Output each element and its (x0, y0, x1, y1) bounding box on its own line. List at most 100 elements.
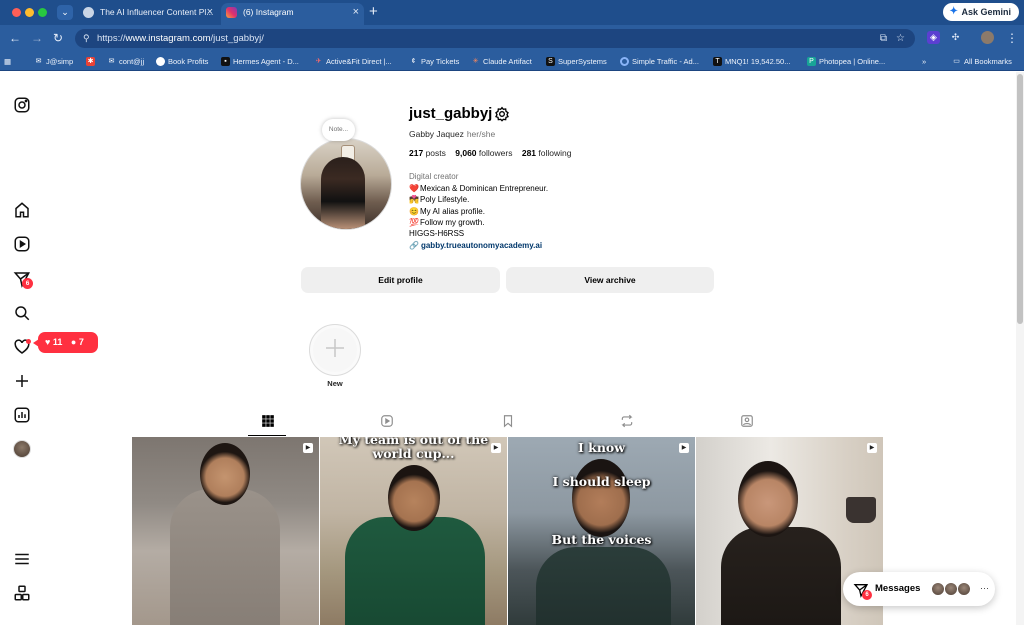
likes-count: 11 (52, 337, 63, 347)
bookmark-item[interactable]: T MNQ1! 19,542.50... (713, 52, 790, 71)
person-figure (536, 547, 671, 625)
profile-content-tabs (132, 406, 883, 436)
person-figure (170, 489, 280, 625)
bookmark-label: Book Profits (168, 57, 209, 66)
url-prefix: https:// (97, 33, 126, 44)
also-from-meta-icon[interactable] (13, 584, 31, 602)
site-info-icon[interactable]: ⚲ (83, 29, 90, 48)
bookmark-item[interactable]: P Photopea | Online... (807, 52, 885, 71)
bookmark-star-icon[interactable]: ☆ (896, 29, 905, 48)
instagram-logo-icon[interactable] (13, 96, 31, 114)
ask-gemini-label: Ask Gemini (961, 7, 1011, 17)
browser-tab-ai-influencer[interactable]: The AI Influencer Content Pl... × (78, 3, 218, 25)
scrollbar-thumb[interactable] (1017, 74, 1023, 324)
globe-icon (83, 7, 94, 18)
bookmark-item[interactable]: ✈ Active&Fit Direct |... (314, 52, 392, 71)
ask-gemini-button[interactable]: ✦ Ask Gemini (943, 3, 1019, 21)
extension-shield-icon[interactable]: ◈ (927, 31, 940, 44)
bookmark-item[interactable]: ✱ (86, 52, 98, 71)
profile-avatar-nav[interactable] (13, 440, 31, 458)
followers-label: followers (478, 148, 513, 158)
following-stat[interactable]: 281 following (522, 148, 572, 158)
profile-stats: 217 posts 9,060 followers 281 following (409, 148, 578, 158)
bookmark-item[interactable]: S SuperSystems (546, 52, 607, 71)
posts-label: posts (425, 148, 446, 158)
person-icon: ● (70, 337, 77, 347)
plus-icon (323, 336, 347, 360)
close-tab-icon[interactable]: × (353, 3, 359, 22)
person-head (572, 459, 630, 537)
tab-saved-bookmark-icon[interactable] (501, 414, 515, 428)
edit-profile-button[interactable]: Edit profile (301, 267, 500, 293)
bookmark-item[interactable]: ✉ J@simp (34, 52, 74, 71)
maximize-window-button[interactable] (38, 8, 47, 17)
more-menu-icon[interactable] (13, 550, 31, 568)
extensions-puzzle-icon[interactable]: ✣ (949, 31, 962, 44)
gemini-sparkle-icon: ✦ (949, 6, 958, 17)
apps-grid-icon[interactable]: ▦ (4, 52, 11, 71)
following-count: 281 (521, 148, 537, 158)
back-arrow-icon[interactable]: ← (9, 31, 21, 45)
notification-dot (26, 339, 31, 344)
bookmarks-overflow-button[interactable]: » (922, 52, 926, 71)
page-scrollbar[interactable] (1016, 72, 1024, 625)
tab-posts-grid-icon[interactable] (261, 414, 275, 428)
bookmark-item[interactable]: ✳ Claude Artifact (471, 52, 532, 71)
hundred-emoji-icon: 💯 (409, 217, 419, 227)
profile-website-link[interactable]: 🔗 gabby.trueautonomyacademy.ai (409, 241, 542, 250)
bio-line: 😊My AI alias profile. (409, 206, 548, 217)
tab-tagged-icon[interactable] (740, 414, 754, 428)
tab-title: (6) Instagram (243, 7, 294, 17)
bookmark-label: All Bookmarks (964, 57, 1012, 66)
reel-play-icon: ▶ (867, 443, 877, 453)
bookmark-item[interactable]: Book Profits (156, 52, 208, 71)
heart-icon: ♥ (45, 337, 51, 347)
reels-icon[interactable] (13, 235, 31, 253)
post-thumbnail[interactable]: ▶ (132, 437, 319, 625)
messages-floating-button[interactable]: 6 Messages ··· (843, 572, 995, 606)
full-name-text: Gabby Jaquez (409, 129, 464, 139)
close-tab-icon[interactable]: × (207, 3, 213, 22)
bookmark-item[interactable]: ✉ cont@jj (107, 52, 145, 71)
browser-menu-icon[interactable]: ⋮ (1006, 31, 1018, 45)
conversation-avatar (957, 582, 971, 596)
install-app-icon[interactable]: ⧉ (880, 29, 887, 48)
post-thumbnail[interactable]: My team is out of the world cup... ▶ (320, 437, 507, 625)
profile-picture[interactable] (300, 138, 392, 230)
tab-reels-icon[interactable] (380, 414, 394, 428)
post-thumbnail[interactable]: I know I should sleep But the voices ▶ (508, 437, 695, 625)
followers-count: 9,060 (455, 148, 477, 158)
bookmark-item[interactable]: Simple Traffic - Ad... (620, 52, 699, 71)
bookmark-item[interactable]: ▪ Hermes Agent - D... (221, 52, 299, 71)
new-tab-plus-icon[interactable]: + (369, 3, 378, 20)
view-archive-button[interactable]: View archive (506, 267, 714, 293)
search-icon[interactable] (13, 304, 31, 322)
posts-grid: ▶ My team is out of the world cup... ▶ I… (132, 437, 883, 625)
minimize-window-button[interactable] (25, 8, 34, 17)
followers-stat[interactable]: 9,060 followers (455, 148, 512, 158)
url-omnibox[interactable]: ⚲ https://www.instagram.com/just_gabbyj/… (75, 29, 915, 48)
reload-icon[interactable]: ↻ (53, 31, 63, 45)
bookmark-label: MNQ1! 19,542.50... (725, 57, 791, 66)
tab-reposts-icon[interactable] (620, 414, 634, 428)
activity-tooltip-pill[interactable]: ♥ 11 ● 7 (33, 332, 98, 353)
post-caption: My team is out of the world cup... (338, 437, 489, 461)
post-caption-top: I know (577, 440, 626, 455)
browser-tab-instagram[interactable]: (6) Instagram × (221, 3, 364, 25)
forward-arrow-icon[interactable]: → (31, 31, 43, 45)
profile-full-name: Gabby Jaquez her/she (409, 129, 495, 139)
close-window-button[interactable] (12, 8, 21, 17)
profile-avatar-icon[interactable] (981, 31, 994, 44)
instagram-favicon-icon (226, 7, 237, 18)
person-figure (721, 527, 841, 625)
tab-search-icon[interactable]: ⌄ (57, 5, 73, 20)
all-bookmarks-folder[interactable]: ▭ All Bookmarks (952, 52, 1012, 71)
note-bubble[interactable]: Note... (322, 119, 355, 141)
bookmark-label: Simple Traffic - Ad... (632, 57, 699, 66)
settings-gear-icon[interactable] (494, 106, 510, 122)
create-plus-icon[interactable] (13, 372, 31, 390)
insights-chart-icon[interactable] (13, 406, 31, 424)
bookmark-item[interactable]: ¢ Pay Tickets (409, 52, 460, 71)
post-caption-bottom: But the voices (551, 532, 652, 547)
home-icon[interactable] (13, 201, 31, 219)
